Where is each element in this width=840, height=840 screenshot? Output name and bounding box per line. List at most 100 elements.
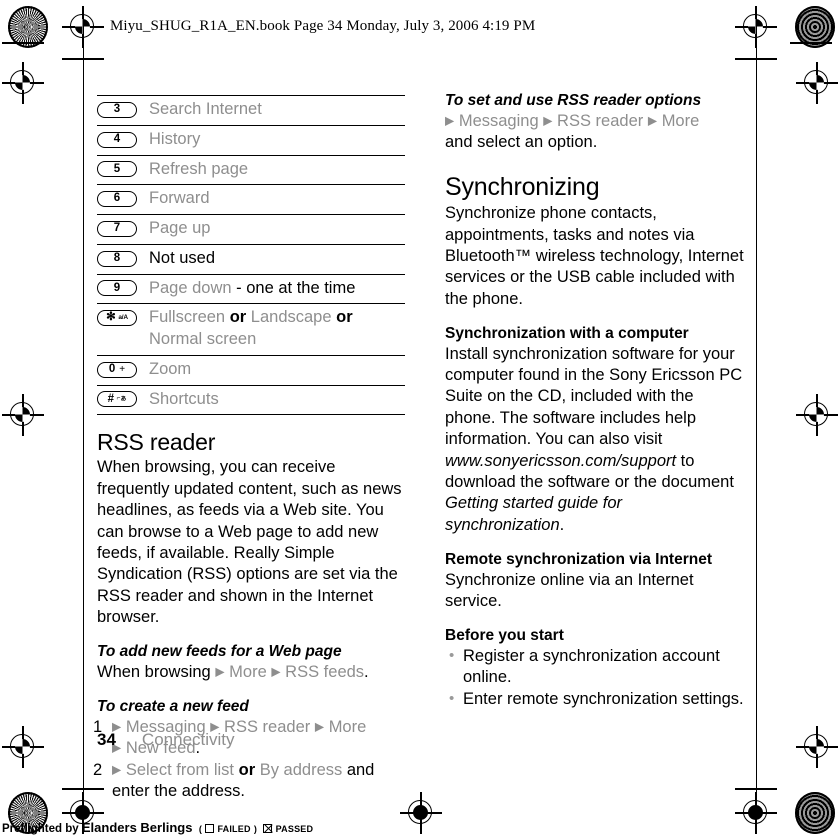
rss-reader-body: When browsing, you can receive frequentl…: [97, 458, 402, 626]
key-cell: 6: [97, 185, 149, 215]
keypad-key-icon[interactable]: 6: [97, 191, 137, 208]
keypad-key-icon[interactable]: 0 +: [97, 361, 137, 378]
support-url[interactable]: www.sonyericsson.com/support: [445, 452, 676, 470]
preflight-stamp: Preflighted by Elanders Berlings ( FAILE…: [2, 820, 313, 835]
key-secondary-label: a/A: [118, 313, 128, 321]
preflight-brand: Elanders Berlings: [81, 820, 193, 835]
preflight-open-paren: (: [198, 824, 203, 834]
keypad-key-icon[interactable]: 8: [97, 250, 137, 267]
add-feeds-lead: When browsing: [97, 662, 211, 681]
before-you-start-title: Before you start: [445, 627, 564, 645]
registration-mark-upper-right: [796, 62, 838, 104]
key-function-cell: Page down - one at the time: [149, 274, 405, 304]
menu-option-label[interactable]: History: [149, 130, 200, 148]
preflight-failed-label: FAILED: [217, 824, 251, 834]
key-function-cell: Page up: [149, 215, 405, 245]
page-number: 34: [97, 730, 116, 749]
keypad-key-icon[interactable]: 9: [97, 280, 137, 297]
key-label: 8: [113, 251, 121, 264]
key-label: 5: [113, 162, 121, 175]
menu-item-rss-reader[interactable]: RSS reader: [224, 718, 310, 736]
key-label: 0: [108, 362, 116, 375]
registration-mark-bottom-center: [400, 792, 442, 834]
sync-computer-text-1: Install synchronization software for you…: [445, 344, 743, 449]
sync-computer-body: Install synchronization software for you…: [445, 344, 745, 536]
key-cell: ✻ a/A: [97, 304, 149, 356]
conjunction-or: or: [331, 308, 353, 327]
menu-option-label[interactable]: Page down: [149, 279, 232, 297]
bleed-rule-left: [83, 6, 85, 806]
bleed-rule-right: [756, 6, 758, 806]
menu-item-by-address[interactable]: By address: [260, 761, 343, 779]
task-add-feeds-title: To add new feeds for a Web page: [97, 643, 342, 661]
key-function-text: - one at the time: [231, 278, 356, 297]
registration-mark-lower-left: [2, 726, 44, 768]
checkbox-unchecked-icon: [205, 824, 215, 833]
key-label: ✻: [106, 311, 116, 324]
table-row: 9 Page down - one at the time: [97, 274, 405, 304]
triangle-right-icon: ▶: [215, 664, 225, 679]
key-cell: 5: [97, 155, 149, 185]
menu-item-more[interactable]: More: [329, 718, 367, 736]
conjunction-or: or: [225, 308, 251, 327]
trim-line-right-edge: [790, 42, 832, 44]
key-cell: 7: [97, 215, 149, 245]
triangle-right-icon: ▶: [647, 113, 658, 128]
preflight-passed-label: PASSED: [275, 824, 314, 834]
keypad-key-icon[interactable]: ✻ a/A: [97, 310, 137, 327]
sync-remote-body: Synchronize online via an Internet servi…: [445, 570, 694, 610]
keypad-key-icon[interactable]: 7: [97, 220, 137, 237]
registration-mark-middle-right: [796, 394, 838, 436]
synchronizing-body: Synchronize phone contacts, appointments…: [445, 204, 744, 308]
key-function-cell: Zoom: [149, 355, 405, 385]
sync-computer-heading: Synchronization with a computer: [445, 325, 689, 343]
table-row: 6 Forward: [97, 184, 405, 215]
keypad-key-icon[interactable]: 4: [97, 131, 137, 148]
sync-remote-heading: Remote synchronization via Internet: [445, 550, 712, 568]
menu-item-rss-feeds[interactable]: RSS feeds: [285, 663, 364, 681]
key-label: 4: [113, 132, 121, 145]
menu-option-label[interactable]: Normal screen: [149, 330, 256, 348]
menu-item-more[interactable]: More: [229, 663, 267, 681]
menu-item-messaging[interactable]: Messaging: [459, 112, 539, 130]
menu-option-label[interactable]: Forward: [149, 189, 210, 207]
menu-item-more[interactable]: More: [662, 112, 700, 130]
preflight-close-paren: ): [253, 824, 258, 834]
triangle-right-icon: ▶: [271, 664, 281, 679]
menu-option-label[interactable]: Shortcuts: [149, 390, 219, 408]
keypad-key-icon[interactable]: 5: [97, 161, 137, 178]
task-create-feed-title: To create a new feed: [97, 698, 249, 716]
table-row: 8 Not used: [97, 244, 405, 274]
key-label: 3: [113, 103, 121, 115]
menu-option-label[interactable]: Search Internet: [149, 100, 262, 118]
menu-option-label[interactable]: Refresh page: [149, 160, 248, 178]
keypad-key-icon[interactable]: # ⌐ぁ: [97, 391, 137, 408]
key-function-cell: Shortcuts: [149, 385, 405, 415]
triangle-right-icon: ▶: [112, 762, 122, 777]
key-function-cell: Fullscreen or Landscape or Normal screen: [149, 304, 405, 356]
conjunction-or: or: [234, 760, 260, 779]
triangle-right-icon: ▶: [543, 113, 553, 128]
before-you-start-list: • Register a synchronization account onli…: [445, 646, 745, 710]
key-cell: 0 +: [97, 355, 149, 385]
menu-item-select-from-list[interactable]: Select from list: [126, 761, 234, 779]
trim-line-left-edge: [2, 42, 44, 44]
table-row: # ⌐ぁ Shortcuts: [97, 385, 405, 415]
keypad-shortcuts-table: 3 Search Internet 4 History 5 Refresh page 6 Fo…: [97, 95, 405, 415]
list-item: • Register a synchronization account onli…: [445, 646, 745, 689]
menu-option-label[interactable]: Landscape: [251, 308, 332, 326]
key-label: 6: [113, 192, 121, 205]
menu-option-label[interactable]: Fullscreen: [149, 308, 225, 326]
menu-item-rss-reader[interactable]: RSS reader: [557, 112, 643, 130]
keypad-key-icon[interactable]: 3: [97, 101, 137, 118]
menu-option-label[interactable]: Page up: [149, 219, 210, 237]
menu-option-label[interactable]: Zoom: [149, 360, 191, 378]
key-cell: 4: [97, 125, 149, 155]
key-function-cell: Refresh page: [149, 155, 405, 185]
right-column: To set and use RSS reader options ▶ Mess…: [445, 92, 745, 710]
left-column: 3 Search Internet 4 History 5 Refresh page 6 Fo…: [93, 95, 405, 802]
registration-mark-middle-left: [2, 394, 44, 436]
document-title: Getting started guide for synchronizatio…: [445, 494, 623, 534]
registration-mark-lower-right: [796, 726, 838, 768]
key-function-cell: Forward: [149, 185, 405, 215]
